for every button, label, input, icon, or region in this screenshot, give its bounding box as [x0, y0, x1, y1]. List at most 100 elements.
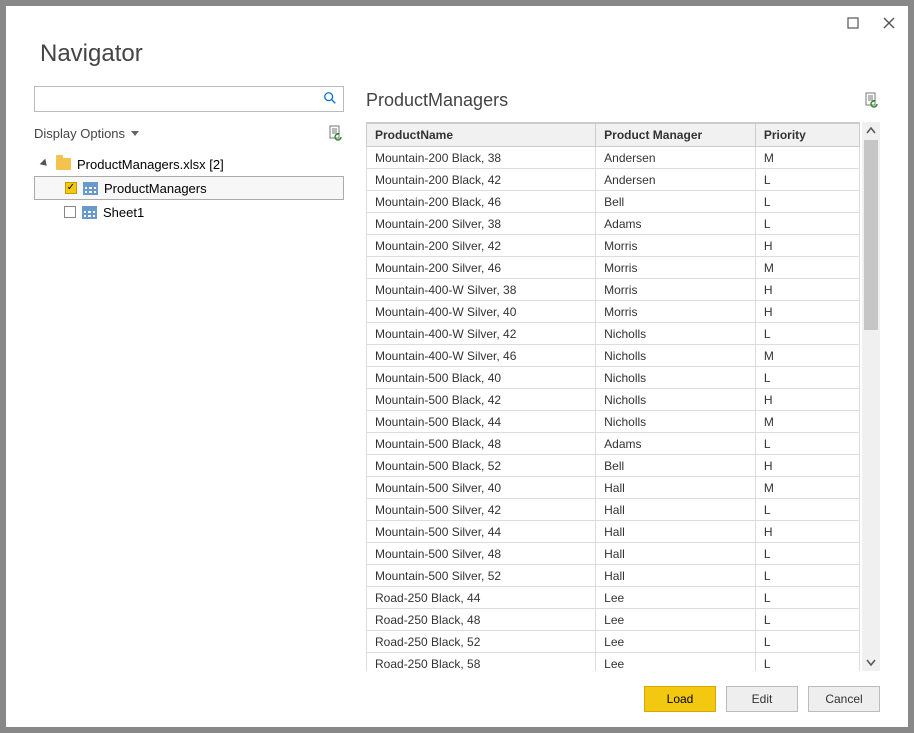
scroll-thumb[interactable] [864, 140, 878, 330]
tree-item-productmanagers[interactable]: ✓ ProductManagers [34, 176, 344, 200]
table-cell: H [755, 235, 859, 257]
table-cell: M [755, 345, 859, 367]
table-row[interactable]: Road-250 Black, 44LeeL [367, 587, 860, 609]
table-cell: H [755, 279, 859, 301]
table-cell: Mountain-200 Silver, 42 [367, 235, 596, 257]
table-row[interactable]: Mountain-400-W Silver, 38MorrisH [367, 279, 860, 301]
table-row[interactable]: Mountain-400-W Silver, 46NichollsM [367, 345, 860, 367]
preview-refresh-icon[interactable] [864, 92, 880, 108]
table-cell: Mountain-500 Silver, 44 [367, 521, 596, 543]
table-row[interactable]: Mountain-500 Silver, 48HallL [367, 543, 860, 565]
table-row[interactable]: Mountain-500 Black, 48AdamsL [367, 433, 860, 455]
table-row[interactable]: Mountain-500 Silver, 52HallL [367, 565, 860, 587]
tree-file-label: ProductManagers.xlsx [2] [77, 157, 224, 172]
table-row[interactable]: Mountain-500 Black, 52BellH [367, 455, 860, 477]
table-cell: Mountain-200 Silver, 38 [367, 213, 596, 235]
table-row[interactable]: Mountain-500 Silver, 42HallL [367, 499, 860, 521]
titlebar [6, 6, 908, 40]
table-cell: Mountain-500 Black, 40 [367, 367, 596, 389]
left-pane: Display Options [34, 86, 344, 671]
search-input[interactable] [41, 91, 323, 107]
column-productname[interactable]: ProductName [367, 124, 596, 147]
table-row[interactable]: Mountain-200 Silver, 42MorrisH [367, 235, 860, 257]
table-cell: Mountain-500 Silver, 40 [367, 477, 596, 499]
table-cell: Nicholls [596, 411, 756, 433]
table-cell: Mountain-200 Black, 46 [367, 191, 596, 213]
close-button[interactable] [880, 14, 898, 32]
table-cell: Morris [596, 235, 756, 257]
table-cell: L [755, 323, 859, 345]
table-cell: Mountain-500 Silver, 42 [367, 499, 596, 521]
table-cell: Mountain-400-W Silver, 40 [367, 301, 596, 323]
search-icon[interactable] [323, 91, 337, 108]
scroll-track[interactable] [862, 140, 880, 653]
table-cell: Bell [596, 455, 756, 477]
dialog-footer: Load Edit Cancel [6, 671, 908, 727]
tree-item-label: ProductManagers [104, 181, 207, 196]
table-cell: Lee [596, 587, 756, 609]
table-row[interactable]: Mountain-200 Black, 38AndersenM [367, 147, 860, 169]
display-options-dropdown[interactable]: Display Options [34, 126, 139, 141]
table-cell: L [755, 433, 859, 455]
table-cell: L [755, 587, 859, 609]
table-row[interactable]: Mountain-500 Silver, 40HallM [367, 477, 860, 499]
column-productmanager[interactable]: Product Manager [596, 124, 756, 147]
table-cell: Nicholls [596, 367, 756, 389]
table-cell: Road-250 Black, 52 [367, 631, 596, 653]
table-cell: Road-250 Black, 58 [367, 653, 596, 672]
table-cell: Lee [596, 653, 756, 672]
table-header-row: ProductName Product Manager Priority [367, 124, 860, 147]
preview-title: ProductManagers [366, 90, 508, 111]
table-icon [83, 182, 98, 195]
edit-button[interactable]: Edit [726, 686, 798, 712]
table-row[interactable]: Road-250 Black, 58LeeL [367, 653, 860, 672]
expand-icon[interactable] [40, 159, 53, 172]
table-cell: Mountain-400-W Silver, 38 [367, 279, 596, 301]
table-cell: L [755, 543, 859, 565]
table-row[interactable]: Road-250 Black, 52LeeL [367, 631, 860, 653]
vertical-scrollbar[interactable] [862, 122, 880, 671]
table-cell: Mountain-200 Black, 38 [367, 147, 596, 169]
table-row[interactable]: Mountain-400-W Silver, 40MorrisH [367, 301, 860, 323]
table-cell: Andersen [596, 147, 756, 169]
table-row[interactable]: Mountain-500 Black, 42NichollsH [367, 389, 860, 411]
checkbox-productmanagers[interactable]: ✓ [65, 182, 77, 194]
table-row[interactable]: Mountain-500 Black, 44NichollsM [367, 411, 860, 433]
table-cell: Mountain-500 Silver, 48 [367, 543, 596, 565]
tree-file-node[interactable]: ProductManagers.xlsx [2] [34, 152, 344, 176]
table-row[interactable]: Mountain-200 Black, 42AndersenL [367, 169, 860, 191]
load-button[interactable]: Load [644, 686, 716, 712]
table-cell: Lee [596, 631, 756, 653]
table-cell: H [755, 301, 859, 323]
table-cell: Nicholls [596, 345, 756, 367]
table-row[interactable]: Road-250 Black, 48LeeL [367, 609, 860, 631]
maximize-button[interactable] [844, 14, 862, 32]
table-cell: L [755, 565, 859, 587]
checkbox-sheet1[interactable] [64, 206, 76, 218]
search-box[interactable] [34, 86, 344, 112]
table-cell: Nicholls [596, 389, 756, 411]
table-cell: M [755, 411, 859, 433]
table-cell: Morris [596, 279, 756, 301]
table-cell: Mountain-400-W Silver, 42 [367, 323, 596, 345]
table-row[interactable]: Mountain-500 Black, 40NichollsL [367, 367, 860, 389]
scroll-down-button[interactable] [862, 653, 880, 671]
table-row[interactable]: Mountain-400-W Silver, 42NichollsL [367, 323, 860, 345]
table-cell: L [755, 609, 859, 631]
table-row[interactable]: Mountain-200 Silver, 46MorrisM [367, 257, 860, 279]
cancel-button[interactable]: Cancel [808, 686, 880, 712]
table-cell: Adams [596, 213, 756, 235]
tree-item-sheet1[interactable]: Sheet1 [34, 200, 344, 224]
table-cell: H [755, 455, 859, 477]
table-row[interactable]: Mountain-500 Silver, 44HallH [367, 521, 860, 543]
column-priority[interactable]: Priority [755, 124, 859, 147]
table-row[interactable]: Mountain-200 Black, 46BellL [367, 191, 860, 213]
table-cell: Adams [596, 433, 756, 455]
table-cell: Hall [596, 521, 756, 543]
refresh-icon[interactable] [328, 125, 344, 141]
table-cell: M [755, 147, 859, 169]
table-cell: L [755, 631, 859, 653]
table-cell: Mountain-500 Silver, 52 [367, 565, 596, 587]
scroll-up-button[interactable] [862, 122, 880, 140]
table-row[interactable]: Mountain-200 Silver, 38AdamsL [367, 213, 860, 235]
